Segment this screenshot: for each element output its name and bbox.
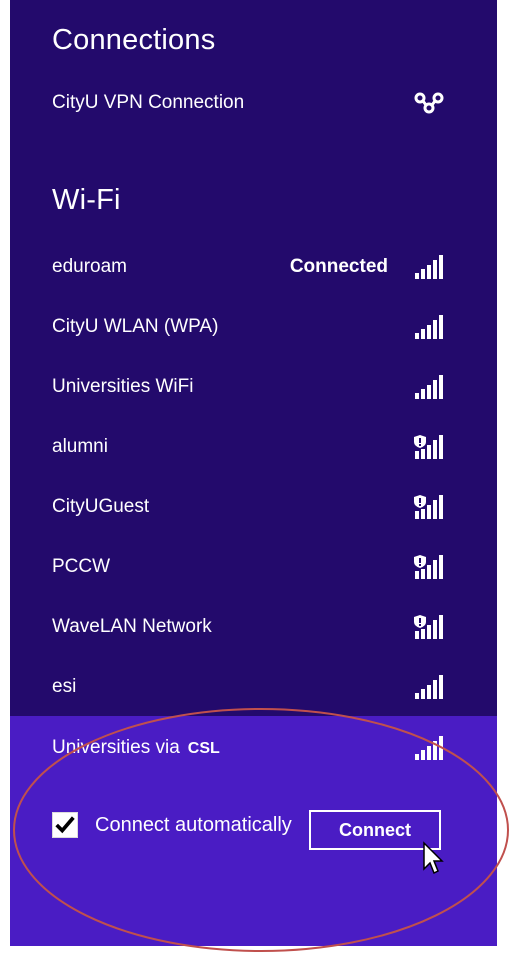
wifi-network-item[interactable]: Universities WiFi <box>10 357 497 417</box>
wifi-network-item[interactable]: CityU WLAN (WPA) <box>10 297 497 357</box>
vpn-icon <box>414 92 444 114</box>
vpn-connection-item[interactable]: CityU VPN Connection <box>10 73 497 133</box>
connections-heading: Connections <box>52 24 216 56</box>
wifi-network-item[interactable]: WaveLAN Network <box>10 597 497 657</box>
wifi-heading: Wi-Fi <box>52 184 121 216</box>
connect-automatically-checkbox[interactable] <box>52 812 78 838</box>
network-name: CityU WLAN (WPA) <box>52 316 219 337</box>
network-name: Universities WiFi <box>52 376 194 397</box>
selected-network-name-text: Universities via <box>52 737 180 758</box>
wifi-signal-secured-icon <box>414 615 443 639</box>
wifi-signal-secured-icon <box>414 435 443 459</box>
wifi-network-item[interactable]: PCCW <box>10 537 497 597</box>
checkmark-icon <box>55 816 75 834</box>
vpn-connection-label: CityU VPN Connection <box>52 92 245 113</box>
wifi-network-item[interactable]: eduroam Connected <box>10 237 497 297</box>
network-name: eduroam <box>52 256 127 277</box>
wifi-network-item[interactable]: CityUGuest <box>10 477 497 537</box>
wifi-signal-secured-icon <box>414 495 443 519</box>
selected-network-name: Universities via CSL <box>52 737 220 759</box>
wifi-signal-icon <box>415 315 443 339</box>
connect-button[interactable]: Connect <box>309 810 441 850</box>
wifi-network-item[interactable]: esi <box>10 657 497 717</box>
wifi-signal-secured-icon <box>414 555 443 579</box>
network-name: alumni <box>52 436 108 457</box>
wifi-signal-icon <box>415 675 443 699</box>
network-name: WaveLAN Network <box>52 616 212 637</box>
wifi-signal-icon <box>415 255 443 279</box>
network-name: esi <box>52 676 77 697</box>
selected-network-name-suffix: CSL <box>187 740 220 757</box>
network-name: PCCW <box>52 556 111 577</box>
connect-automatically-label[interactable]: Connect automatically <box>95 812 292 838</box>
wifi-signal-icon <box>415 375 443 399</box>
network-name: CityUGuest <box>52 496 150 517</box>
wifi-signal-icon <box>415 736 443 760</box>
wifi-network-item[interactable]: alumni <box>10 417 497 477</box>
network-status: Connected <box>289 256 388 277</box>
network-flyout: Connections CityU VPN Connection Wi-Fi e… <box>10 0 497 946</box>
selected-network-item[interactable]: Universities via CSL <box>10 718 497 778</box>
